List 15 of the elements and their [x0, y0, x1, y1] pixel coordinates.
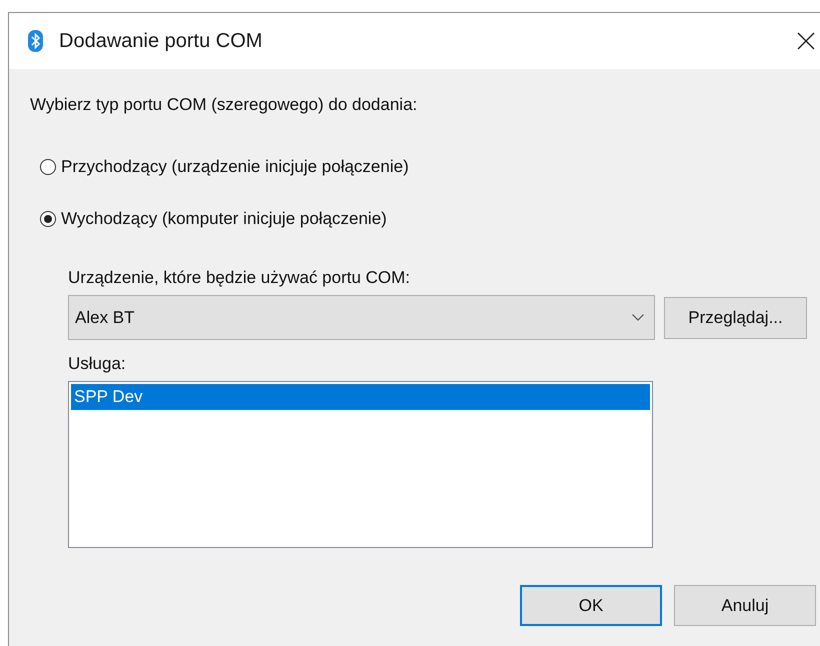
prompt-text: Wybierz typ portu COM (szeregowego) do dodania:	[30, 95, 418, 116]
field-label: Usługa:	[68, 354, 127, 375]
list-item[interactable]: SPP Dev	[71, 384, 650, 410]
ok-button[interactable]: OK	[520, 585, 662, 626]
field-label: Urządzenie, które będzie używać portu COM:	[68, 268, 412, 289]
radio-option[interactable]: Przychodzący (urządzenie inicjuje połączenie)	[40, 156, 820, 178]
radio-option[interactable]: Wychodzący (komputer inicjuje połączenie)	[40, 208, 820, 230]
service-list[interactable]: SPP Dev	[68, 381, 653, 548]
window-title: Dodawanie portu COM	[59, 30, 262, 52]
browse-button[interactable]: Przeglądaj...	[664, 296, 807, 338]
bluetooth-icon	[28, 30, 43, 52]
cancel-button[interactable]: Anuluj	[674, 585, 816, 626]
caret-icon	[632, 314, 644, 321]
close-icon[interactable]	[797, 32, 815, 50]
device-dropdown[interactable]: Alex BT	[68, 295, 655, 340]
